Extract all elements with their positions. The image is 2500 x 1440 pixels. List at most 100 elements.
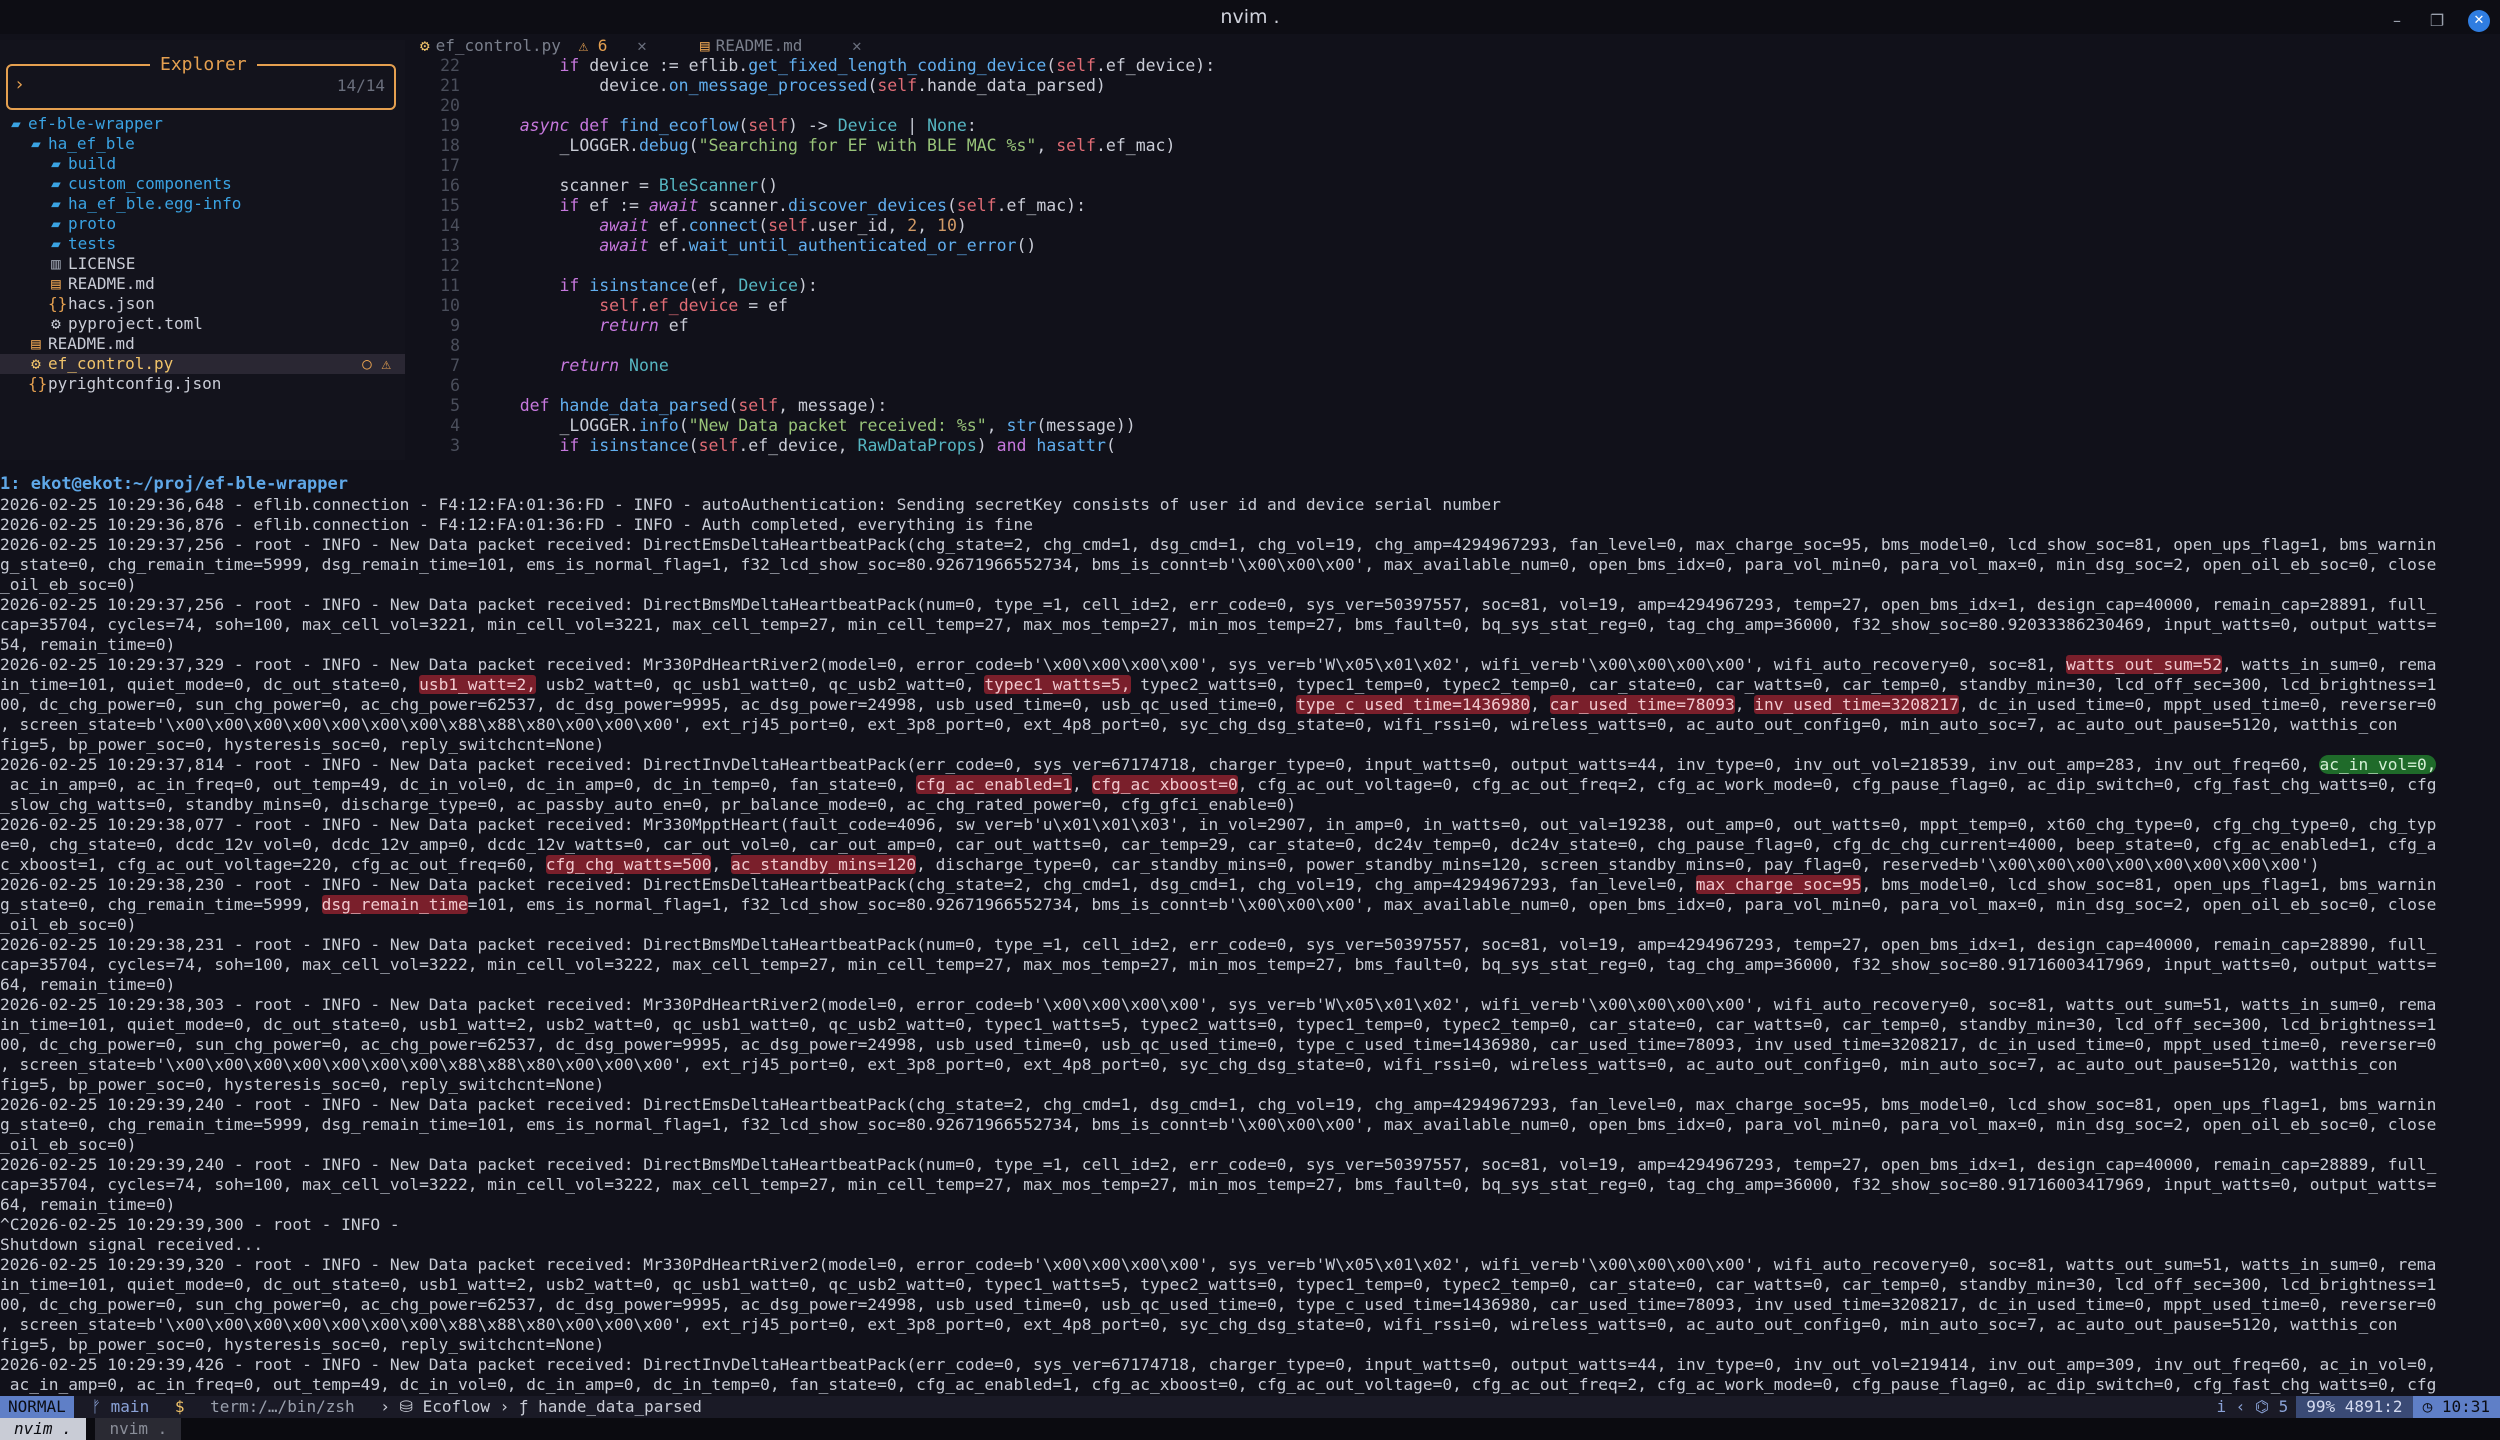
line-number: 18 [440,136,460,155]
tmux-window-active[interactable]: nvim . [0,1418,86,1440]
terminal-line: e=0, chg_state=0, dcdc_12v_vol=0, dcdc_1… [0,835,2437,854]
close-icon[interactable]: ✕ [2468,10,2490,32]
highlight-mark: max_charge_soc=95 [1695,875,1862,894]
terminal-line: 00, dc_chg_power=0, sun_chg_power=0, ac_… [0,1035,2437,1054]
terminal-line: Shutdown signal received... [0,1235,264,1254]
close-tab-icon[interactable]: ✕ [637,36,647,55]
terminal-line: 2026-02-25 10:29:37,814 - root - INFO - … [0,755,2437,774]
tab-bar: ⚙ ef_control.py ⚠ 6 ✕ ▤ README.md ✕ [410,34,2500,56]
code-line[interactable]: 14 await ef.connect(self.user_id, 2, 10) [410,216,1215,236]
line-number: 4 [450,416,460,435]
code-line[interactable]: 9 return ef [410,316,1215,336]
folder-icon: ▰ [51,234,61,253]
tree-file[interactable]: ⚙ pyproject.toml [0,314,405,334]
code-line[interactable]: 17 [410,156,1215,176]
code-line[interactable]: 12 [410,256,1215,276]
clock: ◷ 10:31 [2412,1396,2500,1418]
tree-file[interactable]: ▥ LICENSE [0,254,405,274]
tmux-window-inactive[interactable]: nvim . [95,1418,182,1440]
tree-file[interactable]: {}pyrightconfig.json [0,374,405,394]
tree-folder[interactable]: ▰ proto [0,214,405,234]
editor-pane[interactable]: ⚙ ef_control.py ⚠ 6 ✕ ▤ README.md ✕ 22 if … [410,34,2500,460]
code-line[interactable]: 6 [410,376,1215,396]
highlight-mark: car_used_time=78093 [1549,695,1735,714]
file-explorer: Explorer › 14/14 ▰ ef-ble-wrapper ▰ ha_ef_b… [0,40,405,460]
terminal-line: , screen_state=b'\x00\x00\x00\x00\x00\x0… [0,1315,2398,1334]
code-line[interactable]: 7 return None [410,356,1215,376]
tree-item-label: LICENSE [68,254,136,273]
line-number: 14 [440,216,460,235]
code-view[interactable]: 22 if device := eflib.get_fixed_length_c… [410,56,1215,456]
code-line[interactable]: 20 [410,96,1215,116]
tree-folder[interactable]: ▰ ha_ef_ble [0,134,405,154]
terminal-line: cap=35704, cycles=74, soh=100, max_cell_… [0,1175,2437,1194]
line-number: 8 [450,336,460,355]
code-line[interactable]: 22 if device := eflib.get_fixed_length_c… [410,56,1215,76]
terminal-line: 2026-02-25 10:29:39,426 - root - INFO - … [0,1355,2437,1374]
file-icon: ▤ [51,274,61,293]
line-number: 6 [450,376,460,395]
code-line[interactable]: 18 _LOGGER.debug("Searching for EF with … [410,136,1215,156]
terminal-line: , screen_state=b'\x00\x00\x00\x00\x00\x0… [0,715,2398,734]
code-line[interactable]: 5 def hande_data_parsed(self, message): [410,396,1215,416]
tree-folder[interactable]: ▰ custom_components [0,174,405,194]
code-line[interactable]: 4 _LOGGER.info("New Data packet received… [410,416,1215,436]
tree-folder[interactable]: ▰ build [0,154,405,174]
code-text: async def find_ecoflow(self) -> Device |… [519,116,977,135]
tree-folder[interactable]: ▰ ef-ble-wrapper [0,114,405,134]
highlight-mark: ac_in_vol=0, [2319,755,2437,774]
terminal-line: 2026-02-25 10:29:38,230 - root - INFO - … [0,875,2437,894]
code-line[interactable]: 19 async def find_ecoflow(self) -> Devic… [410,116,1215,136]
tree-file[interactable]: ⚙ ef_control.py ○ ⚠ [0,354,405,374]
code-text: if isinstance(ef, Device): [559,276,818,295]
terminal-line: 2026-02-25 10:29:37,256 - root - INFO - … [0,535,2437,554]
highlight-mark: typec1_watts=5, [984,675,1131,694]
code-text: await ef.connect(self.user_id, 2, 10) [599,216,967,235]
warning-badge: ⚠ 6 [578,36,608,55]
terminal-line: 00, dc_chg_power=0, sun_chg_power=0, ac_… [0,1295,2437,1314]
terminal-line: _slow_chg_watts=0, standby_mins=0, disch… [0,795,1297,814]
code-line[interactable]: 13 await ef.wait_until_authenticated_or_… [410,236,1215,256]
tree-folder[interactable]: ▰ tests [0,234,405,254]
code-line[interactable]: 10 self.ef_device = ef [410,296,1215,316]
close-tab-icon[interactable]: ✕ [852,36,862,55]
line-number: 13 [440,236,460,255]
code-line[interactable]: 3 if isinstance(self.ef_device, RawDataP… [410,436,1215,456]
tab-ef-control[interactable]: ⚙ ef_control.py ⚠ 6 ✕ [420,36,647,55]
code-line[interactable]: 8 [410,336,1215,356]
terminal-line: 2026-02-25 10:29:39,240 - root - INFO - … [0,1155,2437,1174]
code-line[interactable]: 16 scanner = BleScanner() [410,176,1215,196]
terminal-line: _oil_eb_soc=0) [0,1135,137,1154]
file-icon: {} [28,374,48,393]
terminal-output[interactable]: 2026-02-25 10:29:36,648 - eflib.connecti… [0,495,2500,1405]
tree-file[interactable]: ▤ README.md [0,274,405,294]
tab-readme[interactable]: ▤ README.md ✕ [700,36,862,55]
file-icon: ▥ [51,254,61,273]
folder-icon: ▰ [31,134,41,153]
code-line[interactable]: 15 if ef := await scanner.discover_devic… [410,196,1215,216]
terminal-line: fig=5, bp_power_soc=0, hysteresis_soc=0,… [0,1075,605,1094]
line-number: 15 [440,196,460,215]
tree-item-label: ef-ble-wrapper [28,114,163,133]
status-info: i ‹ ⌬ 5 [2216,1397,2289,1416]
code-text: if ef := await scanner.discover_devices(… [559,196,1087,215]
python-file-icon: ⚙ [420,36,430,55]
file-icon: {} [48,294,68,313]
code-line[interactable]: 21 device.on_message_processed(self.hand… [410,76,1215,96]
folder-icon: ▰ [51,194,61,213]
tree-file[interactable]: ▤ README.md [0,334,405,354]
code-line[interactable]: 11 if isinstance(ef, Device): [410,276,1215,296]
highlight-mark: cfg_ac_enabled=1 [916,775,1073,794]
terminal-line: 54, remain_time=0) [0,635,176,654]
line-number: 20 [440,96,460,115]
window-controls: – ❐ ✕ [2388,4,2490,38]
terminal-line: ac_in_amp=0, ac_in_freq=0, out_temp=49, … [0,775,2437,794]
tree-folder[interactable]: ▰ ha_ef_ble.egg-info [0,194,405,214]
line-number: 17 [440,156,460,175]
line-number: 3 [450,436,460,455]
terminal-line: 2026-02-25 10:29:37,256 - root - INFO - … [0,595,2437,614]
maximize-icon[interactable]: ❐ [2428,4,2446,38]
minimize-icon[interactable]: – [2388,4,2406,38]
tree-file[interactable]: {}hacs.json [0,294,405,314]
terminal-line: _oil_eb_soc=0) [0,575,137,594]
